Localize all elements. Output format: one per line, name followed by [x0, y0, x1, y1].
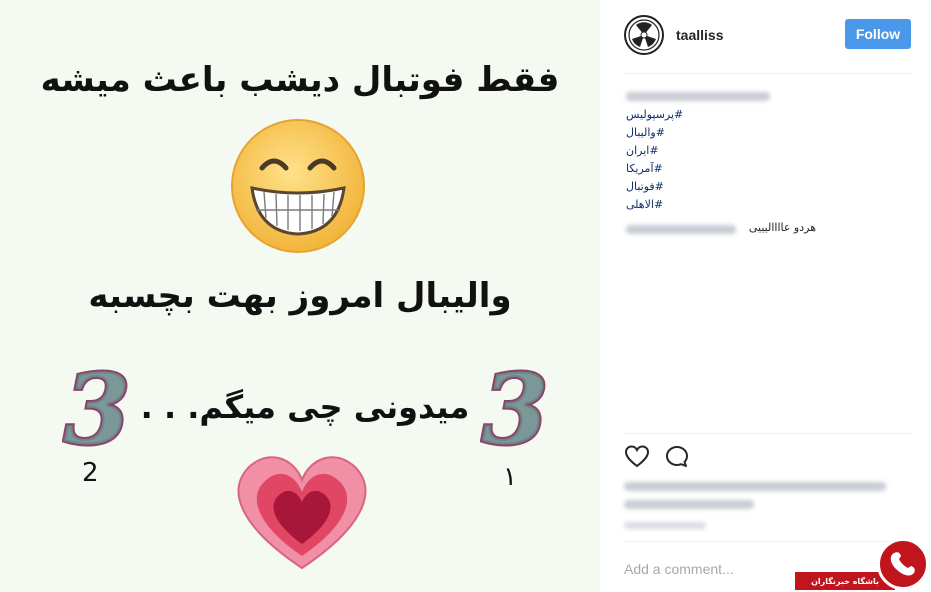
- hashtag-link[interactable]: #آمریکا: [626, 160, 726, 178]
- heart-emoji: [237, 456, 367, 570]
- follow-button[interactable]: Follow: [845, 19, 911, 49]
- hashtag-link[interactable]: #ایران: [626, 142, 726, 160]
- image-text-line-2: والیبال امروز بهت بچسبه: [88, 276, 512, 316]
- image-text-line-3: میدونی چی میگم. . .: [140, 388, 470, 426]
- post-header: taalliss Follow: [624, 15, 911, 55]
- image-text-line-1: فقط فوتبال دیشب باعث میشه: [40, 60, 560, 100]
- watermark-logo: باشگاه خبرنگاران: [795, 538, 931, 592]
- action-bar: [624, 444, 744, 470]
- avatar[interactable]: [624, 15, 664, 55]
- hashtag-link[interactable]: #پرسپولیس: [626, 106, 726, 124]
- blurred-timestamp: [624, 522, 706, 529]
- comment-row: هردو عاااالیییی: [626, 221, 816, 237]
- hashtag-link[interactable]: #الاهلی: [626, 196, 726, 214]
- hashtag-link[interactable]: #والیبال: [626, 124, 726, 142]
- phone-handset-icon: [890, 552, 915, 576]
- big-numeral-right: 3 3: [480, 355, 550, 455]
- post-image: فقط فوتبال دیشب باعث میشه والیبال امروز …: [0, 0, 600, 592]
- blurred-author-line: [626, 92, 770, 101]
- comment-text: هردو عاااالیییی: [748, 221, 816, 234]
- divider: [624, 73, 911, 74]
- add-comment-input[interactable]: [624, 558, 824, 580]
- big-numeral-left: 3 3: [62, 355, 132, 455]
- comment-bubble-icon[interactable]: [664, 444, 690, 470]
- blurred-likes-line-2: [624, 500, 754, 509]
- digit-left: 2: [82, 458, 99, 488]
- divider: [624, 433, 911, 434]
- radiation-logo-icon: [628, 19, 660, 51]
- post-details-panel: taalliss Follow #پرسپولیس #والیبال #ایرا…: [600, 0, 931, 592]
- digit-right: ١: [503, 462, 517, 492]
- watermark-emblem: [877, 538, 929, 590]
- hashtag-link[interactable]: #فوتبال: [626, 178, 726, 196]
- blurred-likes-line-1: [624, 482, 886, 491]
- svg-text:3: 3: [482, 355, 549, 455]
- heart-outline-icon[interactable]: [624, 444, 650, 470]
- username-link[interactable]: taalliss: [676, 27, 723, 43]
- hashtag-list: #پرسپولیس #والیبال #ایران #آمریکا #فوتبا…: [626, 106, 726, 214]
- grinning-face-emoji: [231, 119, 365, 253]
- svg-text:3: 3: [64, 355, 131, 455]
- blurred-commenter: [626, 225, 736, 234]
